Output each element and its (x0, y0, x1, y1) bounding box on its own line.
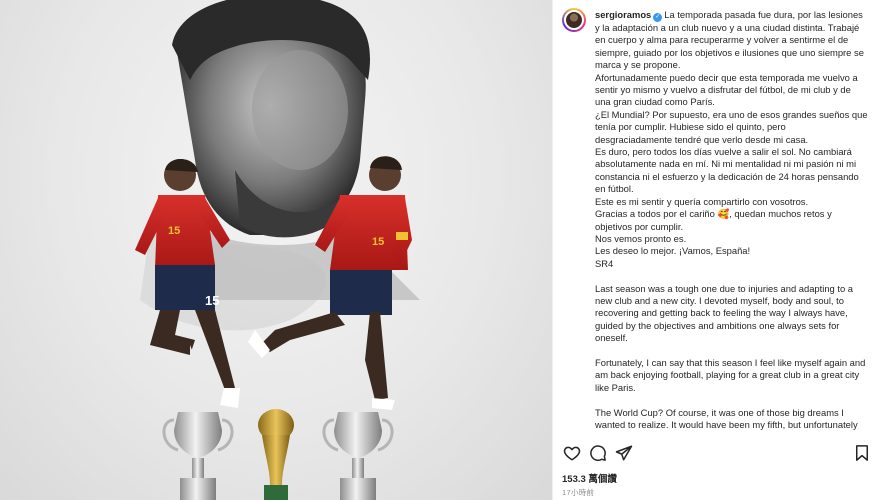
caption-line: Afortunadamente puedo decir que esta tem… (595, 71, 858, 83)
caption-line: objetivos por cumplir. (595, 220, 684, 232)
post-side-panel: sergioramos ✓ La temporada pasada fue dura… (552, 0, 880, 500)
caption-line: Last season was a tough one due to injur… (595, 282, 854, 294)
heart-icon[interactable] (561, 442, 583, 464)
caption-line: am back enjoying football, playing for a… (595, 369, 860, 381)
caption-line: ¿El Mundial? Por supuesto, era uno de es… (595, 108, 868, 120)
jersey-number-shorts: 15 (205, 293, 219, 308)
caption-line: SR4 (595, 257, 614, 269)
caption-line: en fútbol. (595, 183, 634, 195)
caption-line: guided by the objectives and ambitions o… (595, 319, 840, 331)
post-timestamp: 17小時前 (562, 488, 595, 497)
avatar[interactable] (562, 8, 586, 32)
share-icon[interactable] (613, 442, 635, 464)
verified-badge-icon: ✓ (653, 13, 663, 22)
caption-line: The World Cup? Of course, it was one of … (595, 406, 844, 418)
jersey-number-shirt: 15 (168, 225, 180, 237)
caption-line: new club and a new city. I devoted mysel… (595, 294, 844, 306)
caption-line: like Paris. (595, 381, 636, 393)
bookmark-icon[interactable] (851, 442, 873, 464)
caption-line: oneself. (595, 332, 628, 344)
caption-line: sentir yo mismo y vuelvo a disfrutar del… (595, 84, 851, 96)
caption-first-line: sergioramos ✓ La temporada pasada fue dura… (595, 9, 873, 22)
caption-line: desgraciadamente tendré que verlo desde … (595, 133, 809, 145)
caption-line: y la adaptación a un club nuevo y a una … (595, 22, 860, 33)
caption-line: siempre, guiado por los objetivos e ilus… (595, 46, 864, 58)
caption-line: Gracias a todos por el cariño 🥰, quedan … (595, 208, 832, 220)
caption-line: Fortunately, I can say that this season … (595, 356, 866, 368)
caption-line: en cuerpo y alma para recuperarme y volv… (595, 34, 849, 46)
trophy-world-cup (258, 409, 294, 500)
caption-line: absolutamente nada en mí. Ni mi mentalid… (595, 158, 857, 170)
trophy-euro-left (162, 412, 234, 500)
caption-line: marca y se propone. (595, 59, 681, 71)
caption-line: constancia ni el esfuerzo y la dedicació… (595, 170, 859, 182)
post-artwork: 15 15 15 (135, 0, 420, 500)
caption-line: Este es mi sentir y quería compartirlo c… (595, 195, 809, 207)
username-link[interactable]: sergioramos (595, 9, 651, 20)
caption-line: una gran ciudad como París. (595, 96, 715, 108)
post-image[interactable]: 15 15 15 (0, 0, 552, 500)
comment-icon[interactable] (587, 442, 609, 464)
caption-line: La temporada pasada fue dura, por las le… (664, 9, 863, 20)
caption-line: recovering and getting back to feeling t… (595, 307, 848, 319)
caption-line: tenía por cumplir. Hubiese sido el quint… (595, 121, 786, 133)
jersey-number-right: 15 (372, 236, 384, 248)
trophy-euro-right (322, 412, 394, 500)
action-bar (553, 436, 880, 468)
post-caption: sergioramos ✓ La temporada pasada fue dura… (595, 9, 873, 434)
caption-line: Les deseo lo mejor. ¡Vamos, España! (595, 245, 751, 257)
likes-count[interactable]: 153.3 萬個讚 (562, 471, 617, 485)
caption-line: Nos vemos pronto es. (595, 232, 687, 244)
caption-line: wanted to realize. It would have been my… (595, 418, 858, 430)
caption-line: Es duro, pero todos los días vuelve a sa… (595, 146, 852, 158)
